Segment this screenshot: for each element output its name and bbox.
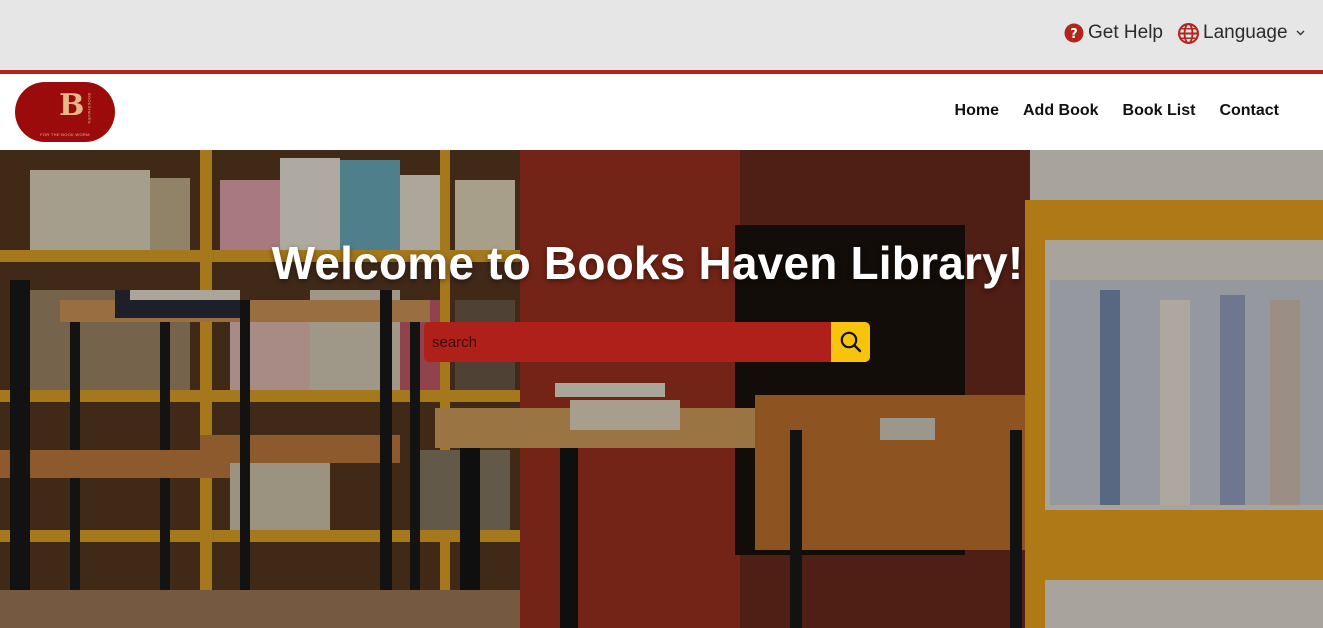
globe-icon (1178, 22, 1199, 44)
logo-tagline: FOR THE BOOK WORM (40, 132, 90, 137)
logo-letter: B (59, 88, 85, 123)
chevron-down-icon (1296, 30, 1305, 36)
top-utility-bar: ? Get Help Language (0, 0, 1323, 70)
search-button[interactable] (831, 322, 870, 362)
hero-section: Welcome to Books Haven Library! (0, 150, 1323, 628)
search-bar (424, 322, 870, 362)
language-label: Language (1203, 22, 1288, 43)
language-dropdown[interactable]: Language (1178, 20, 1309, 46)
nav-book-list[interactable]: Book List (1123, 102, 1196, 120)
search-input[interactable] (424, 322, 831, 362)
search-icon (840, 331, 861, 353)
hero-title: Welcome to Books Haven Library! (271, 237, 1024, 289)
nav-home[interactable]: Home (955, 102, 999, 120)
get-help-link[interactable]: ? Get Help (1064, 20, 1163, 46)
nav-add-book[interactable]: Add Book (1023, 102, 1099, 120)
svg-text:?: ? (1070, 27, 1078, 42)
nav-links: Home Add Book Book List Contact (955, 102, 1279, 120)
hero-overlay (0, 150, 1323, 628)
main-navbar: B BOOKSHAVEN FOR THE BOOK WORM Home Add … (0, 74, 1323, 150)
question-circle-icon: ? (1064, 23, 1084, 43)
nav-contact[interactable]: Contact (1219, 102, 1279, 120)
brand-logo[interactable]: B BOOKSHAVEN FOR THE BOOK WORM (15, 82, 115, 142)
logo-side-text: BOOKSHAVEN (87, 93, 92, 124)
get-help-label: Get Help (1088, 22, 1163, 43)
